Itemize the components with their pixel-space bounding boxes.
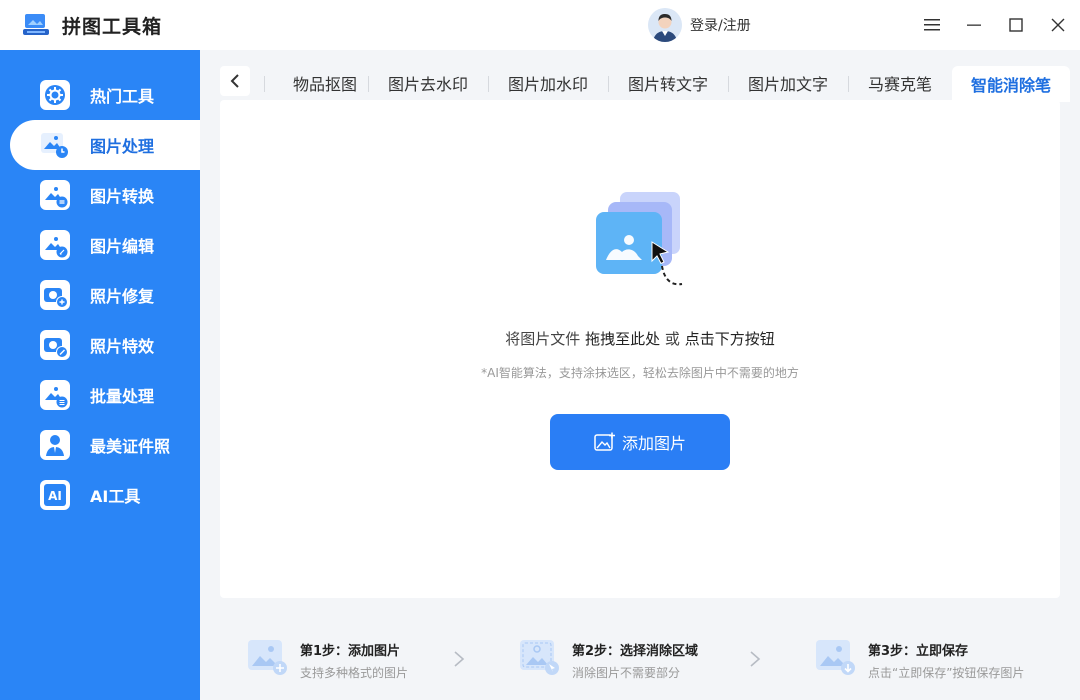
drop-hint-click: 点击下方按钮 — [684, 330, 775, 348]
user-avatar-icon — [648, 8, 682, 42]
svg-text:AI: AI — [48, 489, 62, 503]
sidebar-item-image-edit[interactable]: 图片编辑 — [10, 220, 200, 270]
maximize-icon — [1009, 18, 1023, 32]
app-title: 拼图工具箱 — [62, 16, 163, 38]
sidebar-item-label: 热门工具 — [90, 87, 155, 106]
sidebar-item-hot-tools[interactable]: 热门工具 — [10, 70, 200, 120]
app-logo-icon — [23, 14, 49, 35]
step-description: 点击“立即保存”按钮保存图片 — [868, 666, 1025, 680]
gear-icon — [40, 80, 70, 110]
menu-button[interactable] — [920, 13, 944, 37]
tab-add-watermark[interactable]: 图片加水印 — [490, 66, 606, 100]
sidebar-item-label: 照片特效 — [90, 337, 155, 356]
save-step-icon — [816, 640, 855, 675]
image-edit-icon — [40, 230, 70, 260]
erase-area-step-icon — [520, 640, 559, 675]
tab-mosaic-pen[interactable]: 马赛克笔 — [850, 66, 950, 100]
sidebar-item-label: 批量处理 — [90, 387, 155, 406]
title-bar: 拼图工具箱 登录/注册 — [0, 0, 1080, 50]
tab-divider — [728, 76, 729, 92]
sidebar-item-photo-effects[interactable]: 照片特效 — [10, 320, 200, 370]
tab-object-cutout[interactable]: 物品抠图 — [270, 66, 380, 100]
step-title: 第2步：选择消除区域 — [572, 644, 699, 659]
chevron-right-icon — [750, 651, 761, 667]
tab-divider — [608, 76, 609, 92]
sidebar-item-label: 图片处理 — [90, 137, 155, 156]
drop-hint-or: 或 — [664, 330, 680, 348]
sidebar-item-label: AI工具 — [90, 487, 141, 506]
login-register-label: 登录/注册 — [690, 18, 751, 34]
chevron-left-icon — [230, 74, 239, 88]
tab-add-text[interactable]: 图片加文字 — [730, 66, 846, 100]
add-image-label: 添加图片 — [621, 434, 686, 453]
tab-divider — [368, 76, 369, 92]
tab-divider — [488, 76, 489, 92]
camera-plus-icon — [40, 280, 70, 310]
camera-magic-icon — [40, 330, 70, 360]
add-image-step-icon — [248, 640, 287, 675]
step-1: 第1步：添加图片 支持多种格式的图片 — [248, 638, 478, 682]
minimize-button[interactable] — [962, 13, 986, 37]
sidebar: 热门工具 图片处理 图片转换 图片编辑 照片修复 照片特效 批量处理 最美证件照… — [0, 50, 200, 700]
menu-icon — [924, 19, 940, 31]
step-description: 消除图片不需要部分 — [572, 666, 681, 680]
sidebar-item-id-photo[interactable]: 最美证件照 — [10, 420, 200, 470]
tool-tabs: 物品抠图 图片去水印 图片加水印 图片转文字 图片加文字 马赛克笔 智能消除笔 — [220, 64, 1070, 102]
drop-hint-drag: 拖拽至此处 — [585, 330, 661, 348]
image-convert-icon — [40, 180, 70, 210]
sidebar-item-label: 图片编辑 — [90, 237, 155, 256]
sidebar-item-label: 图片转换 — [90, 187, 155, 206]
sidebar-item-label: 最美证件照 — [90, 437, 171, 456]
step-3: 第3步：立即保存 点击“立即保存”按钮保存图片 — [816, 638, 1066, 682]
step-2: 第2步：选择消除区域 消除图片不需要部分 — [520, 638, 760, 682]
chevron-right-icon — [454, 651, 465, 667]
sidebar-item-image-processing[interactable]: 图片处理 — [10, 120, 200, 170]
sidebar-item-label: 照片修复 — [90, 287, 155, 306]
tab-divider — [848, 76, 849, 92]
image-batch-icon — [40, 380, 70, 410]
drop-hint: 将图片文件 拖拽至此处 或 点击下方按钮 — [220, 328, 1060, 349]
add-image-icon — [594, 432, 615, 451]
tab-remove-watermark[interactable]: 图片去水印 — [370, 66, 486, 100]
close-icon — [1051, 18, 1065, 32]
avatar — [648, 8, 682, 42]
tab-smart-eraser[interactable]: 智能消除笔 — [952, 66, 1070, 102]
image-clock-icon — [40, 130, 70, 160]
sidebar-item-batch[interactable]: 批量处理 — [10, 370, 200, 420]
id-photo-icon — [40, 430, 70, 460]
drop-hint-prefix: 将图片文件 — [505, 330, 581, 348]
sidebar-item-photo-repair[interactable]: 照片修复 — [10, 270, 200, 320]
login-register[interactable]: 登录/注册 — [648, 8, 751, 42]
feature-description: *AI智能算法，支持涂抹选区，轻松去除图片中不需要的地方 — [481, 366, 799, 380]
tabs-back-button[interactable] — [220, 66, 250, 96]
tab-image-to-text[interactable]: 图片转文字 — [610, 66, 726, 100]
close-button[interactable] — [1046, 13, 1070, 37]
drop-zone[interactable]: 将图片文件 拖拽至此处 或 点击下方按钮 *AI智能算法，支持涂抹选区，轻松去除… — [220, 100, 1060, 598]
add-image-button[interactable]: 添加图片 — [550, 414, 730, 470]
steps-guide: 第1步：添加图片 支持多种格式的图片 第2步：选择消除区域 消除图片不需要部分 … — [200, 618, 1080, 700]
maximize-button[interactable] — [1004, 13, 1028, 37]
step-description: 支持多种格式的图片 — [300, 666, 409, 680]
image-upload-illustration-icon — [596, 192, 683, 286]
minimize-icon — [967, 24, 981, 26]
sidebar-item-image-convert[interactable]: 图片转换 — [10, 170, 200, 220]
tab-divider — [264, 76, 265, 92]
ai-icon: AI — [40, 480, 70, 510]
step-title: 第1步：添加图片 — [300, 644, 401, 659]
step-title: 第3步：立即保存 — [868, 644, 969, 659]
sidebar-item-ai-tools[interactable]: AI AI工具 — [10, 470, 200, 520]
